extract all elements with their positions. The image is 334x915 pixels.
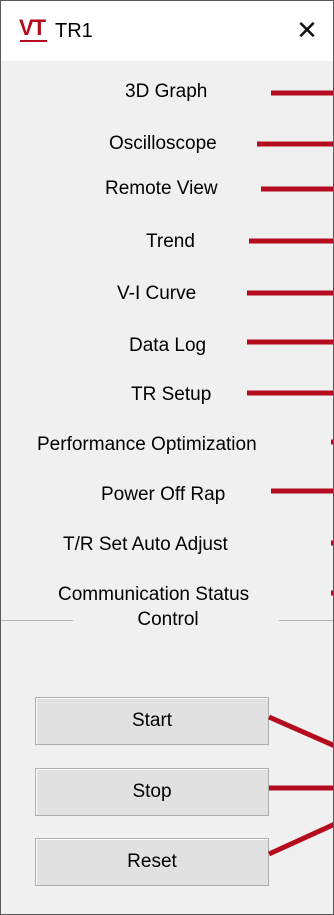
menu-item-communication-status[interactable]: Communication Status <box>1 553 333 605</box>
start-button[interactable]: Start <box>35 697 269 745</box>
window-title: TR1 <box>55 20 93 42</box>
menu-item-label: Trend <box>146 231 195 252</box>
menu-item-label: Oscilloscope <box>109 133 217 154</box>
vt-logo-icon: VT <box>19 17 49 45</box>
menu-item-label: Remote View <box>105 178 218 199</box>
stop-button[interactable]: Stop <box>35 768 269 816</box>
menu-item-label: Performance Optimization <box>37 434 257 455</box>
menu-item-label: V-I Curve <box>117 283 197 304</box>
menu-item-label: TR Setup <box>131 384 212 405</box>
close-icon[interactable]: ✕ <box>293 17 321 45</box>
logo-text: VT <box>19 15 46 40</box>
menu-item-power-off-rap[interactable]: Power Off Rap <box>1 478 333 512</box>
menu-item-vi-curve[interactable]: V-I Curve <box>1 277 333 311</box>
menu-item-performance-optimization[interactable]: Performance Optimization <box>1 428 333 462</box>
reset-button[interactable]: Reset <box>35 838 269 886</box>
menu-item-remote-view[interactable]: Remote View <box>1 172 333 206</box>
tr1-window: VT TR1 ✕ 3D Graph Oscilloscope Remote Vi… <box>0 0 334 915</box>
annotation-line-start <box>267 714 333 748</box>
control-section-title: Control <box>137 609 199 630</box>
menu-item-tr-setup[interactable]: TR Setup <box>1 378 333 412</box>
menu-item-label: Power Off Rap <box>101 484 226 505</box>
menu-item-data-log[interactable]: Data Log <box>1 329 333 363</box>
menu-item-3d-graph[interactable]: 3D Graph <box>1 75 333 109</box>
menu-item-oscilloscope[interactable]: Oscilloscope <box>1 127 333 161</box>
title-bar: VT TR1 ✕ <box>1 1 333 61</box>
menu-item-trend[interactable]: Trend <box>1 225 333 259</box>
annotation-line-reset <box>267 822 333 857</box>
logo-underline <box>20 40 47 42</box>
menu-item-label: 3D Graph <box>125 81 208 102</box>
menu-item-label: Data Log <box>129 335 207 356</box>
